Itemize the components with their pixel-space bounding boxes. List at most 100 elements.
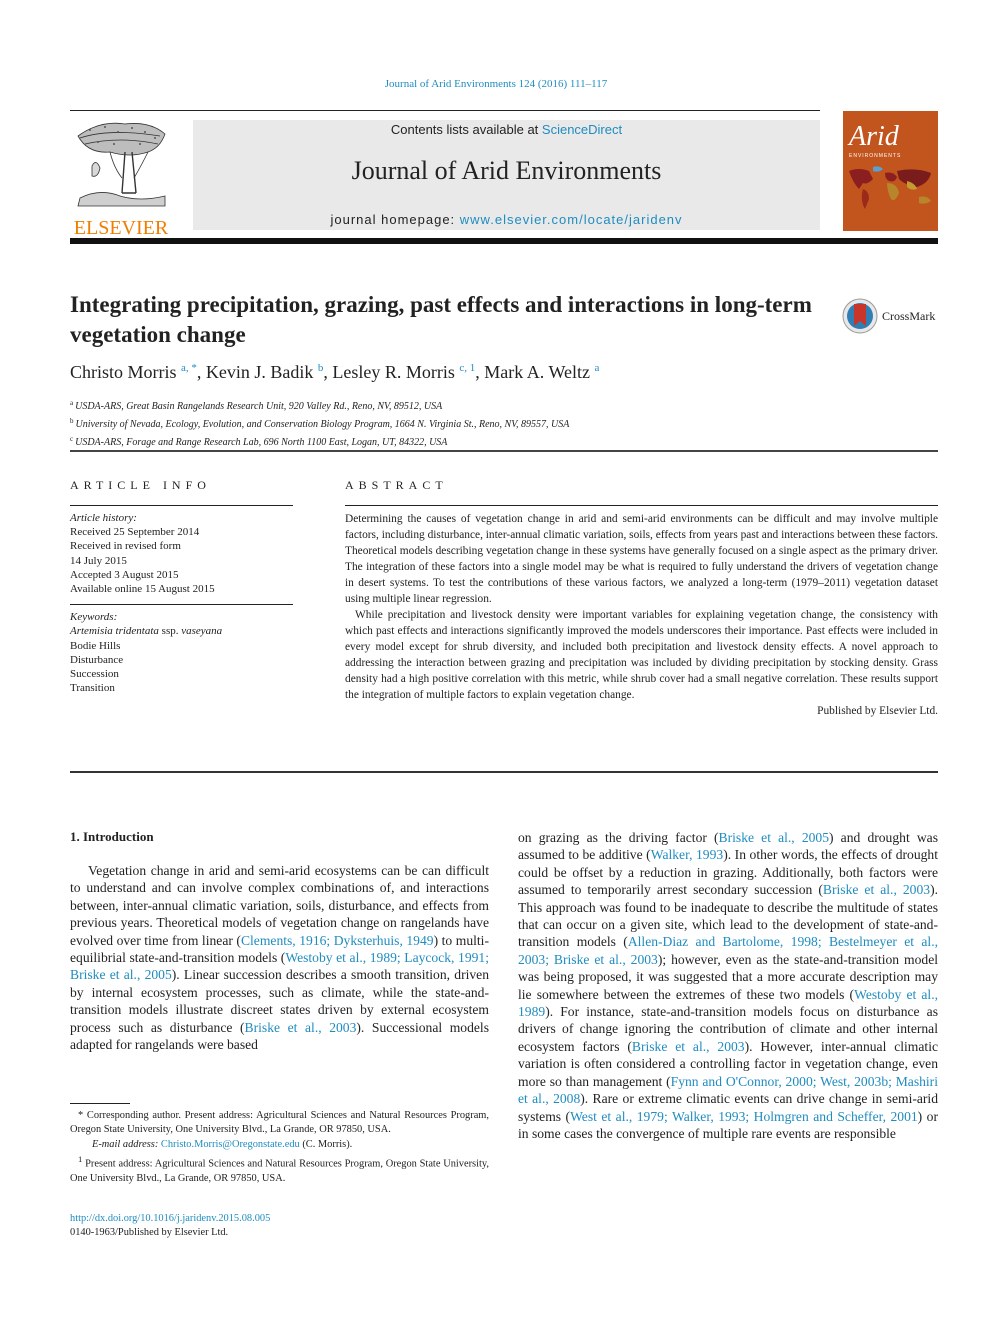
abstract: ABSTRACT Determining the causes of veget… <box>345 478 938 719</box>
cover-title: Arid <box>849 121 899 152</box>
citation-link[interactable]: West et al., 1979; Walker, 1993; Holmgre… <box>570 1109 918 1124</box>
masthead-rule <box>70 238 938 244</box>
affiliation-list: a USDA-ARS, Great Basin Rangelands Resear… <box>70 396 930 450</box>
body-column-right: on grazing as the driving factor (Briske… <box>518 829 938 1142</box>
author-affiliation-marker[interactable]: a <box>594 362 599 374</box>
email-suffix: (C. Morris). <box>299 1138 353 1150</box>
body-text-run: on grazing as the driving factor ( <box>518 830 719 845</box>
body-column-left: 1. Introduction Vegetation change in ari… <box>70 829 489 1053</box>
author-name[interactable]: Mark A. Weltz <box>484 362 590 382</box>
doi-link[interactable]: http://dx.doi.org/10.1016/j.jaridenv.201… <box>70 1213 270 1224</box>
keyword-item: Succession <box>70 668 119 681</box>
header-rule <box>70 110 820 111</box>
history-label: Article history: <box>70 512 137 524</box>
homepage-prefix: journal homepage: <box>330 212 460 227</box>
affiliation-text: USDA-ARS, Great Basin Rangelands Researc… <box>75 401 443 412</box>
affiliation-text: USDA-ARS, Forage and Range Research Lab,… <box>75 437 448 448</box>
affiliation-key: b <box>70 417 74 425</box>
citation-link[interactable]: Briske et al., 2003 <box>823 882 930 897</box>
section-heading-introduction: 1. Introduction <box>70 829 154 844</box>
keyword-item: Artemisia tridentata ssp. vaseyana <box>70 624 293 638</box>
sciencedirect-link[interactable]: ScienceDirect <box>542 122 622 137</box>
author-email-link[interactable]: Christo.Morris@Oregonstate.edu <box>161 1139 300 1150</box>
article-history: Article history: Received 25 September 2… <box>70 506 293 596</box>
author-separator: , <box>475 362 485 382</box>
author-name[interactable]: Lesley R. Morris <box>332 362 454 382</box>
elsevier-wordmark: ELSEVIER <box>73 217 169 239</box>
world-map-icon <box>849 166 931 209</box>
author[interactable]: Mark A. Weltz a <box>484 362 599 382</box>
author-name[interactable]: Kevin J. Badik <box>206 362 314 382</box>
journal-name: Journal of Arid Environments <box>351 156 662 185</box>
keyword-item: Bodie Hills <box>70 639 121 652</box>
keyword-item: Disturbance <box>70 653 124 666</box>
journal-cover-image[interactable]: Arid ENVIRONMENTS <box>843 111 938 231</box>
article-info: ARTICLE INFO Article history: Received 2… <box>70 478 293 695</box>
author-separator: , <box>196 362 206 382</box>
body-paragraph: on grazing as the driving factor (Briske… <box>518 829 938 1142</box>
history-item: Available online 15 August 2015 <box>70 583 215 596</box>
keyword-ssp: ssp. <box>158 625 182 638</box>
affiliation: b University of Nevada, Ecology, Evolutio… <box>70 414 930 432</box>
article-info-heading: ARTICLE INFO <box>70 478 211 492</box>
keywords-label: Keywords: <box>70 611 118 624</box>
issn-line: 0140-1963/Published by Elsevier Ltd. <box>70 1227 229 1239</box>
affiliation-key: a <box>70 399 74 407</box>
history-item: Received 25 September 2014 <box>70 526 200 539</box>
journal-homepage: journal homepage: www.elsevier.com/locat… <box>193 212 820 227</box>
citation-link[interactable]: Briske et al., 2005 <box>719 830 829 845</box>
citation-link[interactable]: Walker, 1993 <box>651 847 724 862</box>
journal-masthead: Contents lists available at ScienceDirec… <box>193 120 820 230</box>
history-item: Accepted 3 August 2015 <box>70 568 179 581</box>
affiliation-text: University of Nevada, Ecology, Evolution… <box>75 419 570 430</box>
elsevier-tree-icon <box>70 118 170 210</box>
contents-availability: Contents lists available at ScienceDirec… <box>193 122 820 137</box>
author[interactable]: Kevin J. Badik b <box>206 362 324 382</box>
history-item: Received in revised form <box>70 540 181 553</box>
abstract-end-rule <box>70 771 938 773</box>
journal-citation-link[interactable]: Journal of Arid Environments 124 (2016) … <box>0 78 992 90</box>
footnote-marker: 1 <box>78 1154 83 1165</box>
history-item: 14 July 2015 <box>70 554 127 567</box>
keyword-subspecies: vaseyana <box>181 625 223 638</box>
author-list: Christo Morris a, *, Kevin J. Badik b, L… <box>70 362 599 383</box>
cover-subtitle: ENVIRONMENTS <box>849 153 902 159</box>
contents-prefix: Contents lists available at <box>390 122 542 137</box>
elsevier-logo[interactable]: ELSEVIER <box>68 118 174 239</box>
footnote-rule <box>70 1103 130 1104</box>
crossmark-icon <box>842 298 878 334</box>
footnote-corresponding: * Corresponding author. Present address:… <box>70 1109 489 1138</box>
article-title: Integrating precipitation, grazing, past… <box>70 292 812 347</box>
body-paragraph: Vegetation change in arid and semi-arid … <box>70 862 489 1053</box>
footnote-text: Present address: Agricultural Sciences a… <box>70 1158 489 1185</box>
citation-link[interactable]: Briske et al., 2003 <box>632 1039 745 1054</box>
abstract-heading: ABSTRACT <box>345 478 448 492</box>
footnote-text: Corresponding author. Present address: A… <box>70 1110 489 1136</box>
publisher-note: Published by Elsevier Ltd. <box>817 705 938 717</box>
keywords: Keywords: Artemisia tridentata ssp. vase… <box>70 605 293 695</box>
keyword-item: Transition <box>70 682 115 695</box>
author[interactable]: Lesley R. Morris c, 1 <box>332 362 475 382</box>
footnote-email: E-mail address: Christo.Morris@Oregonsta… <box>70 1138 489 1152</box>
author-name[interactable]: Christo Morris <box>70 362 177 382</box>
affiliation-key: c <box>70 435 74 443</box>
citation-link[interactable]: Briske et al., 2003 <box>245 1020 357 1035</box>
abstract-paragraph: While precipitation and livestock densit… <box>345 609 938 701</box>
author-affiliation-marker[interactable]: c, 1 <box>459 362 475 374</box>
email-label: E-mail address: <box>92 1138 159 1150</box>
author-affiliation-marker[interactable]: a, * <box>181 362 197 374</box>
doi-block: http://dx.doi.org/10.1016/j.jaridenv.201… <box>70 1212 270 1241</box>
footnotes: * Corresponding author. Present address:… <box>70 1103 489 1187</box>
abstract-body: Determining the causes of vegetation cha… <box>345 506 938 703</box>
affiliation: c USDA-ARS, Forage and Range Research Lab… <box>70 432 930 450</box>
author[interactable]: Christo Morris a, * <box>70 362 197 382</box>
footnote-marker: * <box>78 1110 84 1121</box>
citation-link[interactable]: Clements, 1916; Dyksterhuis, 1949 <box>241 933 434 948</box>
affiliation: a USDA-ARS, Great Basin Rangelands Resear… <box>70 396 930 414</box>
journal-homepage-link[interactable]: www.elsevier.com/locate/jaridenv <box>460 212 683 227</box>
crossmark-button[interactable]: CrossMark <box>842 296 942 336</box>
abstract-paragraph: Determining the causes of vegetation cha… <box>345 513 938 605</box>
keyword-species: Artemisia tridentata <box>70 625 159 638</box>
section-divider <box>70 450 938 452</box>
crossmark-label: CrossMark <box>882 308 936 323</box>
